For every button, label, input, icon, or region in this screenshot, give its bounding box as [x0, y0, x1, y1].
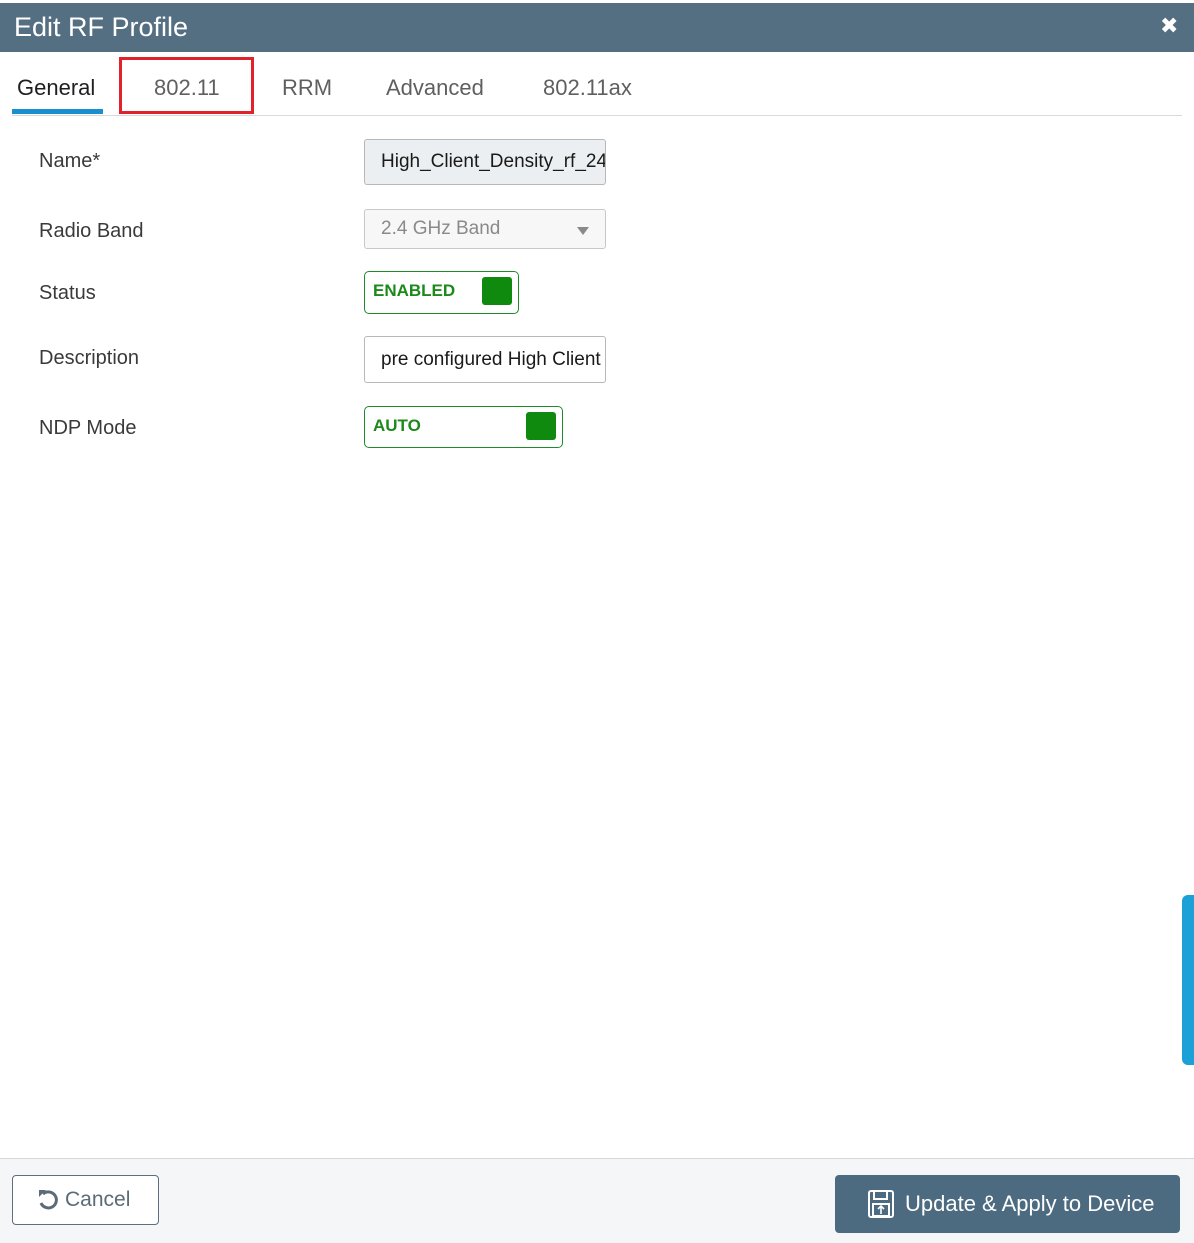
cancel-label: Cancel: [65, 1188, 131, 1211]
ndp-mode-toggle-text: AUTO: [373, 416, 421, 435]
status-toggle[interactable]: ENABLED: [364, 271, 519, 314]
name-label: Name*: [39, 150, 101, 172]
chevron-down-icon: [577, 227, 589, 235]
tab-general[interactable]: General: [17, 74, 95, 102]
radio-band-label: Radio Band: [39, 220, 144, 242]
ndp-mode-toggle[interactable]: AUTO: [364, 406, 563, 448]
toggle-knob: [526, 412, 556, 440]
undo-icon: [39, 1190, 58, 1210]
active-tab-indicator: [12, 109, 103, 114]
name-field[interactable]: [364, 139, 606, 185]
save-icon: [868, 1190, 894, 1218]
close-icon[interactable]: ✖: [1160, 15, 1178, 37]
update-apply-label: Update & Apply to Device: [905, 1191, 1155, 1216]
tab-bar: General 802.11 RRM Advanced 802.11ax: [12, 52, 1182, 116]
description-field[interactable]: [364, 336, 606, 383]
status-label: Status: [39, 282, 96, 304]
radio-band-value: 2.4 GHz Band: [381, 218, 501, 239]
tab-802-11ax[interactable]: 802.11ax: [543, 74, 632, 102]
cancel-button[interactable]: Cancel: [12, 1175, 159, 1225]
scroll-indicator[interactable]: [1182, 895, 1194, 1065]
toggle-knob: [482, 277, 512, 305]
dialog-title: Edit RF Profile: [14, 12, 189, 42]
dialog-titlebar: Edit RF Profile ✖: [0, 3, 1194, 52]
tab-802-11[interactable]: 802.11: [154, 74, 220, 102]
tab-rrm[interactable]: RRM: [282, 74, 332, 102]
description-label: Description: [39, 347, 140, 369]
ndp-mode-label: NDP Mode: [39, 417, 137, 439]
status-toggle-text: ENABLED: [373, 281, 456, 300]
tab-advanced[interactable]: Advanced: [386, 74, 484, 102]
update-apply-button[interactable]: Update & Apply to Device: [835, 1175, 1180, 1233]
dialog-footer: Cancel Update & Apply to Device: [0, 1158, 1194, 1243]
radio-band-select[interactable]: 2.4 GHz Band: [364, 209, 606, 249]
